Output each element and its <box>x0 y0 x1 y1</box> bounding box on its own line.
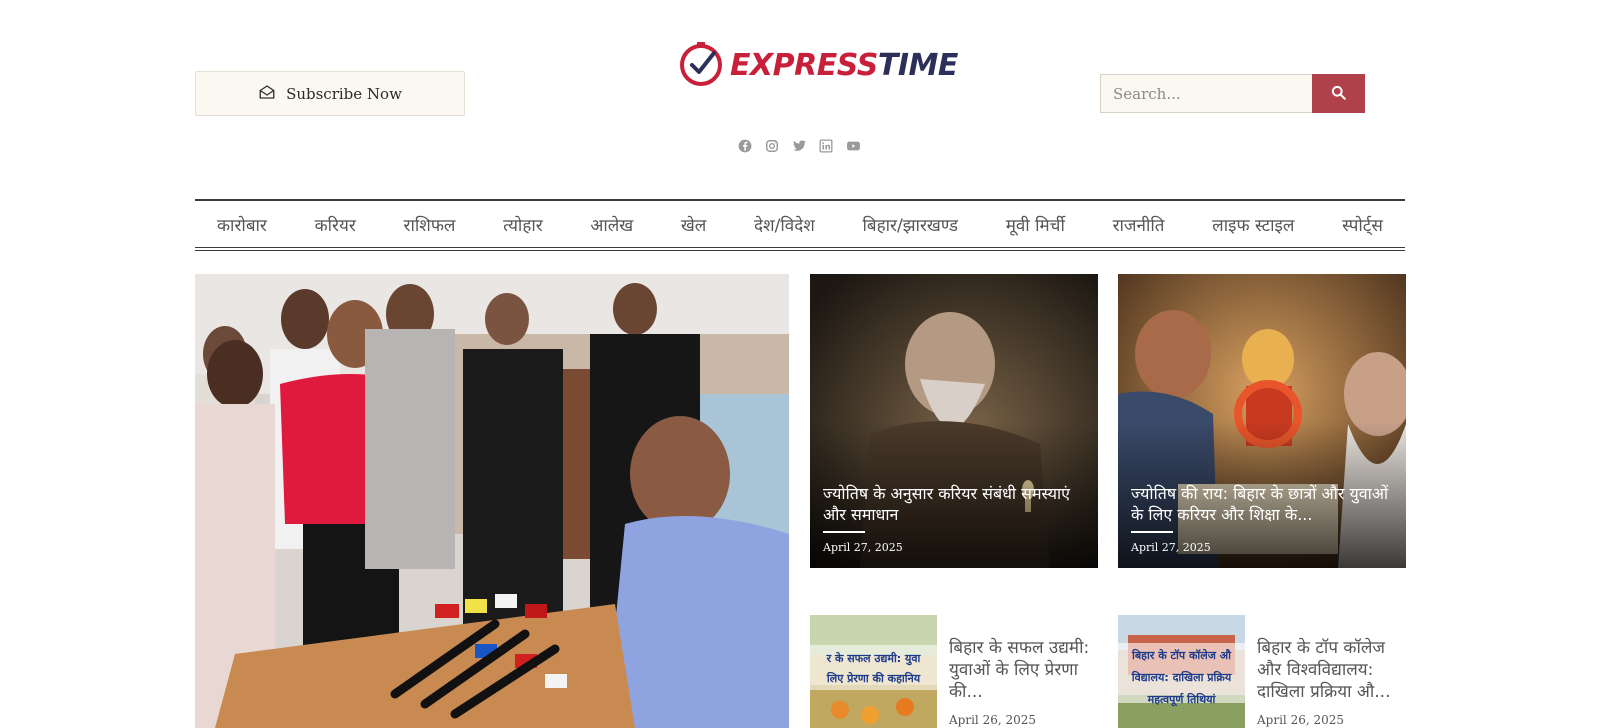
nav-item-lifestyle[interactable]: लाइफ स्टाइल <box>1212 213 1294 236</box>
post-info: बिहार के टॉप कॉलेज और विश्वविद्यालय: दाख… <box>1257 615 1408 728</box>
card-date: April 27, 2025 <box>823 541 903 554</box>
instagram-icon[interactable] <box>764 138 780 154</box>
nav-item-movie-mirchi[interactable]: मूवी मिर्ची <box>1006 213 1065 236</box>
nav-item-sports[interactable]: स्पोर्ट्स <box>1342 213 1383 236</box>
hero-article-image[interactable] <box>195 274 789 728</box>
thumbnail-caption-line: विद्यालय: दाखिला प्रक्रिय <box>1131 671 1232 684</box>
nav-item-aalekh[interactable]: आलेख <box>590 213 633 236</box>
post-title[interactable]: बिहार के सफल उद्यमी: युवाओं के लिए प्रेर… <box>949 637 1100 703</box>
nav-item-bihar-jharkhand[interactable]: बिहार/झारखण्ड <box>862 213 958 236</box>
main-nav: कारोबार करियर राशिफल त्योहार आलेख खेल दे… <box>195 199 1405 251</box>
facebook-icon[interactable] <box>737 138 753 154</box>
nav-item-karobar[interactable]: कारोबार <box>217 213 267 236</box>
social-links <box>737 138 861 154</box>
clock-check-logo-icon <box>678 41 724 91</box>
thumbnail-caption: र के सफल उद्यमी: युवा लिए प्रेरणा की कहा… <box>810 649 937 689</box>
subscribe-label: Subscribe Now <box>286 84 402 103</box>
card-caption: ज्योतिष की राय: बिहार के छात्रों और युवा… <box>1131 483 1396 554</box>
search-input[interactable] <box>1100 74 1312 113</box>
logo-time: TIME <box>877 48 958 83</box>
post-thumbnail[interactable]: बिहार के टॉप कॉलेज औ विद्यालय: दाखिला प्… <box>1118 615 1245 728</box>
linkedin-icon[interactable] <box>818 138 834 154</box>
logo-wordmark: EXPRESSTIME <box>730 51 958 81</box>
nav-item-tyohar[interactable]: त्योहार <box>503 213 543 236</box>
post-title[interactable]: बिहार के टॉप कॉलेज और विश्वविद्यालय: दाख… <box>1257 637 1408 703</box>
envelope-open-icon <box>258 83 276 105</box>
card-caption: ज्योतिष के अनुसार करियर संबंधी समस्याएं … <box>823 483 1088 554</box>
subscribe-button[interactable]: Subscribe Now <box>195 71 465 116</box>
thumbnail-caption: बिहार के टॉप कॉलेज औ विद्यालय: दाखिला प्… <box>1118 645 1245 711</box>
nav-item-khel[interactable]: खेल <box>681 213 706 236</box>
search-button[interactable] <box>1312 74 1365 113</box>
twitter-icon[interactable] <box>791 138 807 154</box>
nav-item-desh-videsh[interactable]: देश/विदेश <box>754 213 815 236</box>
featured-card[interactable]: ज्योतिष के अनुसार करियर संबंधी समस्याएं … <box>810 274 1098 568</box>
logo-express: EXPRESS <box>730 48 878 83</box>
nav-item-rashifal[interactable]: राशिफल <box>404 213 456 236</box>
search-form <box>1100 74 1365 113</box>
small-post: बिहार के टॉप कॉलेज औ विद्यालय: दाखिला प्… <box>1118 615 1408 728</box>
post-date: April 26, 2025 <box>949 713 1037 727</box>
card-date: April 27, 2025 <box>1131 541 1211 554</box>
site-logo[interactable]: EXPRESSTIME <box>678 42 958 90</box>
thumbnail-caption-line: र के सफल उद्यमी: युवा <box>826 652 921 665</box>
post-date: April 26, 2025 <box>1257 713 1345 727</box>
card-title[interactable]: ज्योतिष के अनुसार करियर संबंधी समस्याएं … <box>823 483 1088 525</box>
thumbnail-caption-line: बिहार के टॉप कॉलेज औ <box>1132 649 1231 662</box>
nav-item-rajniti[interactable]: राजनीति <box>1113 213 1165 236</box>
featured-card[interactable]: ज्योतिष की राय: बिहार के छात्रों और युवा… <box>1118 274 1406 568</box>
thumbnail-caption-line: महत्वपूर्ण तिथियां <box>1147 693 1216 706</box>
small-post: र के सफल उद्यमी: युवा लिए प्रेरणा की कहा… <box>810 615 1100 728</box>
post-info: बिहार के सफल उद्यमी: युवाओं के लिए प्रेर… <box>949 615 1100 728</box>
nav-item-career[interactable]: करियर <box>315 213 356 236</box>
youtube-icon[interactable] <box>845 138 861 154</box>
card-title[interactable]: ज्योतिष की राय: बिहार के छात्रों और युवा… <box>1131 483 1396 525</box>
caption-divider <box>823 531 865 533</box>
thumbnail-caption-line: लिए प्रेरणा की कहानिय <box>826 672 921 685</box>
post-thumbnail[interactable]: र के सफल उद्यमी: युवा लिए प्रेरणा की कहा… <box>810 615 937 728</box>
caption-divider <box>1131 531 1173 533</box>
search-icon <box>1331 85 1346 103</box>
